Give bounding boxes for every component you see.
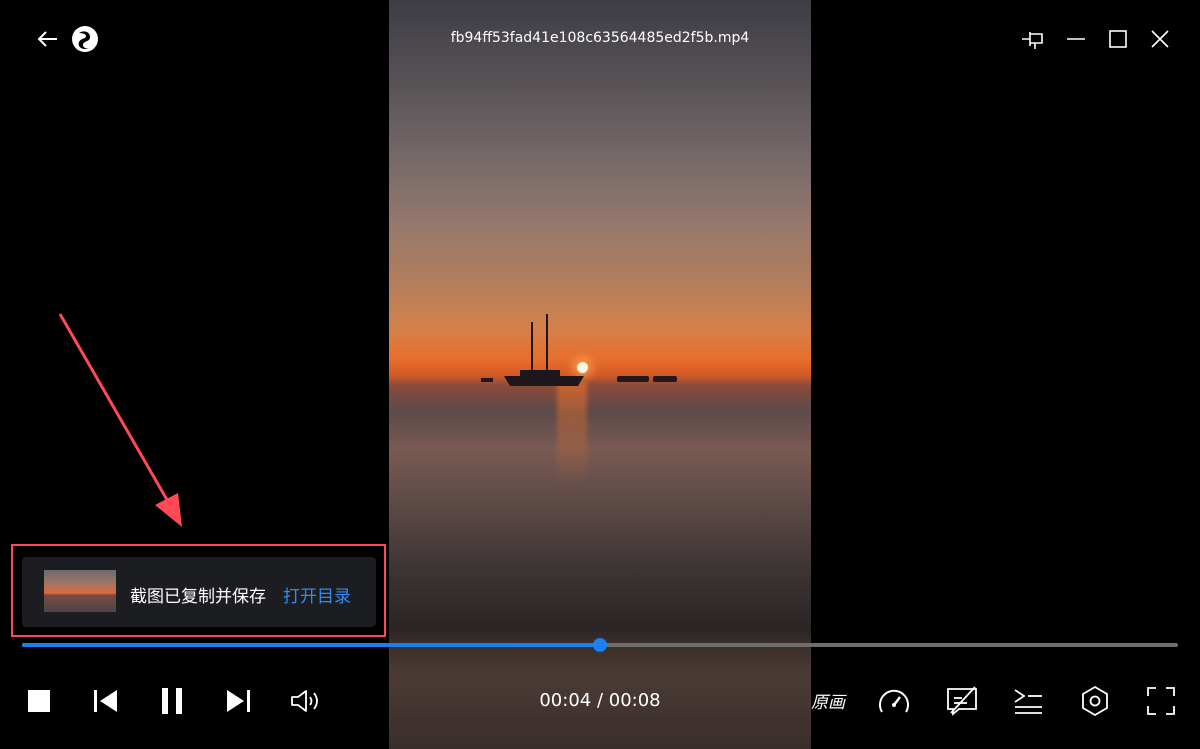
next-icon[interactable] — [224, 688, 252, 714]
pause-icon[interactable] — [158, 686, 186, 716]
quality-button[interactable]: 原画 — [811, 688, 845, 713]
volume-icon[interactable] — [288, 686, 324, 716]
subtitle-off-icon[interactable] — [944, 684, 980, 718]
screenshot-thumbnail[interactable] — [44, 570, 116, 612]
stop-icon[interactable] — [26, 688, 52, 714]
playlist-icon[interactable] — [1011, 686, 1045, 716]
fullscreen-icon[interactable] — [1144, 684, 1178, 718]
open-folder-link[interactable]: 打开目录 — [283, 582, 351, 607]
toast-message: 截图已复制并保存 — [130, 587, 266, 607]
time-display: 00:04 / 00:08 — [539, 690, 661, 711]
previous-icon[interactable] — [92, 688, 120, 714]
settings-icon[interactable] — [1078, 684, 1112, 718]
progress-bar[interactable] — [22, 638, 1178, 652]
progress-handle[interactable] — [593, 638, 607, 652]
progress-fill — [22, 643, 600, 647]
screenshot-toast: 截图已复制并保存 打开目录 — [22, 557, 376, 627]
speed-gauge-icon[interactable] — [876, 684, 912, 718]
